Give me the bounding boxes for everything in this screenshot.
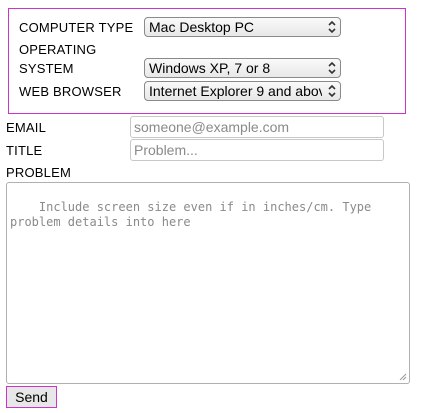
- email-label: EMAIL: [6, 120, 47, 135]
- operating-system-label-line1: OPERATING: [19, 42, 97, 57]
- problem-textarea[interactable]: Include screen size even if in inches/cm…: [6, 182, 410, 384]
- email-field[interactable]: someone@example.com: [130, 116, 384, 138]
- computer-type-selected-value: Mac Desktop PC: [149, 19, 255, 35]
- resize-handle-icon[interactable]: [399, 373, 407, 381]
- title-label: TITLE: [6, 143, 43, 158]
- problem-report-form: COMPUTER TYPE Mac Desktop PC OPERATING S…: [0, 0, 427, 413]
- select-arrows-icon: [328, 84, 336, 98]
- web-browser-selected-value: Internet Explorer 9 and above: [149, 83, 322, 99]
- operating-system-select[interactable]: Windows XP, 7 or 8: [144, 58, 341, 78]
- computer-type-label: COMPUTER TYPE: [19, 20, 134, 35]
- title-field[interactable]: Problem...: [130, 139, 384, 161]
- web-browser-label: WEB BROWSER: [19, 84, 122, 99]
- select-arrows-icon: [328, 61, 336, 75]
- operating-system-label-line2: SYSTEM: [19, 61, 74, 76]
- send-button[interactable]: Send: [6, 386, 57, 408]
- computer-type-select[interactable]: Mac Desktop PC: [144, 17, 341, 37]
- problem-placeholder: Include screen size even if in inches/cm…: [10, 200, 379, 229]
- operating-system-selected-value: Windows XP, 7 or 8: [149, 60, 271, 76]
- web-browser-select[interactable]: Internet Explorer 9 and above: [144, 81, 341, 101]
- select-arrows-icon: [328, 20, 336, 34]
- problem-label: PROBLEM: [6, 165, 71, 180]
